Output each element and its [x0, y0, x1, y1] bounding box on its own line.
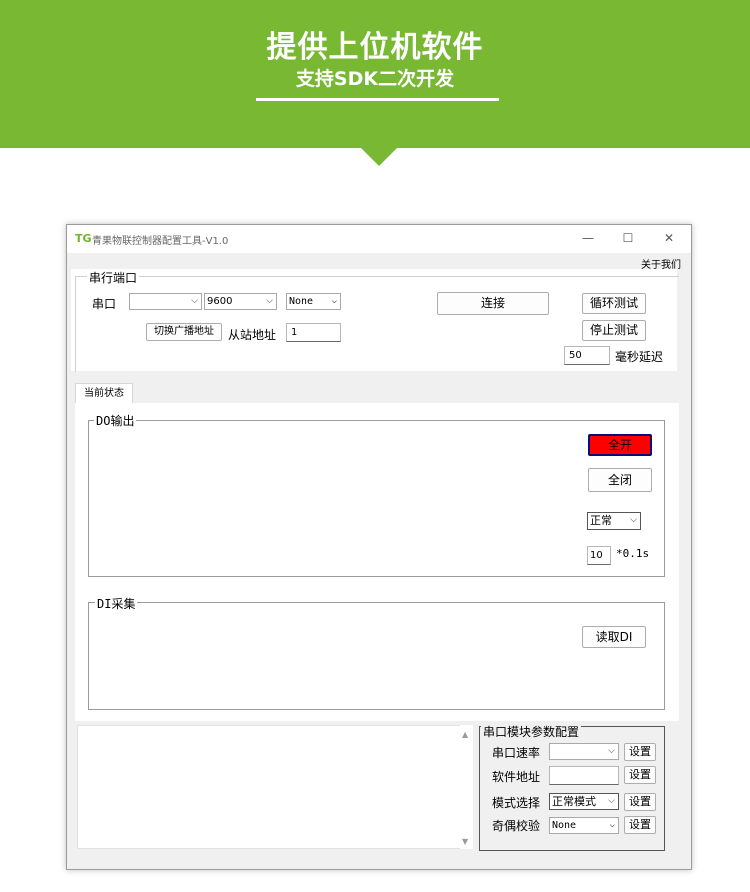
chevron-down-icon: ⌵ [630, 515, 637, 525]
module-mode-select[interactable]: 正常模式 ⌵ [549, 793, 619, 810]
di-groupbox [88, 602, 665, 710]
chevron-down-icon: ⌵ [191, 296, 198, 306]
close-button[interactable]: ✕ [658, 229, 680, 247]
mode-select[interactable]: 正常 ⌵ [587, 512, 641, 530]
chevron-down-icon: ⌵ [266, 296, 273, 306]
slave-addr-label: 从站地址 [228, 328, 277, 342]
module-mode-select-value: 正常模式 [552, 795, 596, 808]
module-config-label: 串口模块参数配置 [481, 723, 582, 740]
delay-label: 毫秒延迟 [615, 350, 664, 364]
app-logo: TG [75, 232, 92, 245]
slave-addr-input[interactable]: 1 [286, 323, 341, 342]
banner-underline [256, 98, 499, 101]
title-bar: TG 青果物联控制器配置工具-V1.0 — ☐ ✕ [67, 225, 691, 253]
soft-addr-set-button[interactable]: 设置 [624, 766, 656, 784]
parity-select-value: None [289, 296, 314, 307]
parity-set-button[interactable]: 设置 [624, 816, 656, 834]
baud-rate-select[interactable]: ⌵ [549, 743, 619, 760]
do-group-label: DO输出 [94, 412, 137, 429]
switch-broadcast-button[interactable]: 切换广播地址 [146, 323, 222, 341]
log-scrollbar[interactable]: ▲ ▼ [460, 725, 473, 849]
stop-test-button[interactable]: 停止测试 [582, 320, 646, 341]
mode-select-label: 模式选择 [492, 796, 541, 810]
soft-addr-label: 软件地址 [492, 770, 541, 784]
read-di-button[interactable]: 读取DI [582, 626, 646, 648]
scroll-down-icon[interactable]: ▼ [462, 837, 468, 846]
soft-addr-input[interactable] [549, 766, 619, 785]
interval-unit: *0.1s [616, 547, 650, 560]
module-parity-select[interactable]: None ⌵ [549, 817, 619, 834]
banner-title: 提供上位机软件 [266, 30, 484, 65]
mode-select-value: 正常 [590, 514, 612, 527]
connect-button[interactable]: 连接 [437, 292, 549, 315]
maximize-button[interactable]: ☐ [617, 229, 639, 247]
banner-arrow-icon [361, 148, 397, 166]
do-groupbox [88, 420, 665, 577]
all-off-button[interactable]: 全闭 [588, 468, 652, 492]
chevron-down-icon: ⌵ [608, 796, 615, 806]
baud-rate-label: 串口速率 [492, 746, 541, 760]
log-textarea[interactable] [77, 725, 461, 849]
parity-label: 奇偶校验 [492, 819, 541, 833]
chevron-down-icon: ⌵ [608, 746, 615, 756]
delay-input[interactable]: 50 [564, 346, 610, 365]
mode-set-button[interactable]: 设置 [624, 793, 656, 811]
baud-rate-set-button[interactable]: 设置 [624, 743, 656, 761]
scroll-up-icon[interactable]: ▲ [462, 730, 468, 739]
baud-select-value: 9600 [207, 296, 233, 307]
minimize-button[interactable]: — [577, 229, 599, 247]
header-banner: 提供上位机软件 支持SDK二次开发 [0, 0, 750, 148]
all-on-button[interactable]: 全开 [588, 434, 652, 456]
baud-select[interactable]: 9600 ⌵ [204, 293, 277, 310]
app-window: TG 青果物联控制器配置工具-V1.0 — ☐ ✕ 关于我们 串行端口 串口 ⌵… [66, 224, 692, 870]
banner-subtitle: 支持SDK二次开发 [295, 68, 455, 90]
port-label: 串口 [92, 297, 117, 311]
loop-test-button[interactable]: 循环测试 [582, 293, 646, 314]
interval-input[interactable]: 10 [587, 546, 611, 565]
chevron-down-icon: ⌵ [609, 820, 615, 830]
tab-current-status[interactable]: 当前状态 [75, 383, 133, 404]
parity-select[interactable]: None ⌵ [286, 293, 341, 310]
serial-group-label: 串行端口 [87, 269, 140, 286]
module-parity-select-value: None [552, 820, 577, 831]
di-group-label: DI采集 [95, 595, 138, 612]
port-select[interactable]: ⌵ [129, 293, 202, 310]
window-title: 青果物联控制器配置工具-V1.0 [92, 236, 229, 247]
chevron-down-icon: ⌵ [331, 296, 337, 306]
